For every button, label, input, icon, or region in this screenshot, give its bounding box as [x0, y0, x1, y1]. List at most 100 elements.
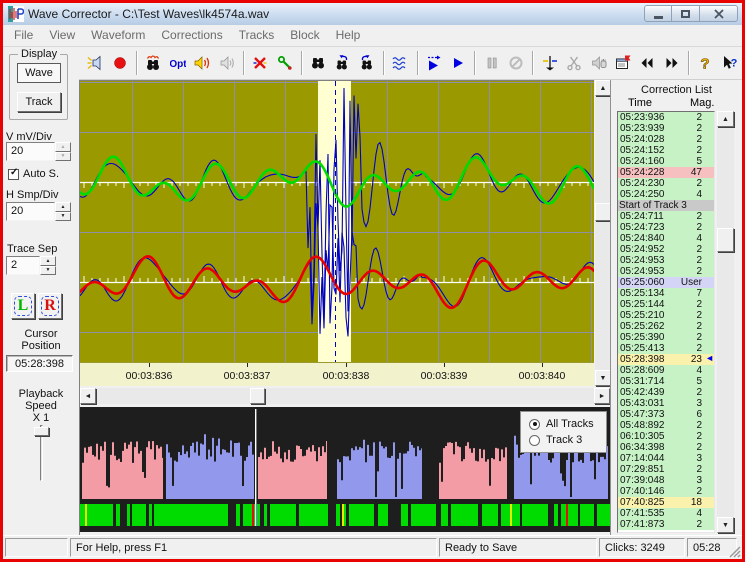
play-corrections-speaker-button[interactable]: [190, 50, 214, 76]
file-overview[interactable]: All Tracks Track 3: [80, 407, 610, 532]
skip-back-button[interactable]: [635, 50, 659, 76]
scrollbar-track[interactable]: [595, 80, 611, 386]
h-div-down-button[interactable]: ▼: [55, 212, 71, 222]
radio-all-tracks[interactable]: All Tracks: [529, 416, 606, 432]
waveform-horizontal-scrollbar[interactable]: ◄ ►: [80, 388, 610, 404]
record-button[interactable]: [107, 50, 131, 76]
correction-row[interactable]: 05:24:2302: [618, 178, 714, 189]
correction-list[interactable]: 05:23:936205:23:939205:24:028205:24:1522…: [617, 111, 715, 533]
insert-marker-button[interactable]: [537, 50, 561, 76]
correction-row[interactable]: 05:24:1605: [618, 156, 714, 167]
resize-grip[interactable]: [728, 545, 741, 558]
correction-row[interactable]: 05:47:3736: [618, 409, 714, 420]
scrollbar-track[interactable]: [80, 388, 610, 404]
find-previous-button[interactable]: [330, 50, 354, 76]
scrollbar-thumb[interactable]: [717, 228, 734, 252]
correction-row[interactable]: 05:24:9522: [618, 244, 714, 255]
scroll-up-button[interactable]: ▲: [595, 80, 611, 96]
correction-row[interactable]: 06:10:3052: [618, 431, 714, 442]
correction-row[interactable]: 05:24:0282: [618, 134, 714, 145]
context-help-button[interactable]: ?: [718, 50, 742, 76]
find-correction-button[interactable]: [306, 50, 330, 76]
v-div-down-button[interactable]: ▼: [55, 152, 71, 162]
find-next-button[interactable]: [355, 50, 379, 76]
radio-track-3[interactable]: Track 3: [529, 432, 606, 448]
correction-row[interactable]: 05:43:0313: [618, 398, 714, 409]
trace-sep-down-button[interactable]: ▼: [40, 266, 56, 276]
scrollbar-thumb[interactable]: [250, 388, 265, 404]
correction-tools-button[interactable]: [272, 50, 296, 76]
delete-correction-button[interactable]: [248, 50, 272, 76]
title-bar[interactable]: Wave Corrector - C:\Test Waves\lk4574a.w…: [3, 3, 742, 25]
h-div-value[interactable]: 20: [6, 202, 55, 221]
correction-row[interactable]: 07:39:0483: [618, 475, 714, 486]
correction-row[interactable]: 07:14:0443: [618, 453, 714, 464]
menu-file[interactable]: File: [6, 25, 41, 46]
v-div-value[interactable]: 20: [6, 142, 55, 161]
correction-row[interactable]: 06:34:3982: [618, 442, 714, 453]
menu-waveform[interactable]: Waveform: [83, 25, 153, 46]
properties-button[interactable]: [611, 50, 635, 76]
close-button[interactable]: [700, 5, 738, 22]
correction-row[interactable]: 05:24:8404: [618, 233, 714, 244]
smooth-waves-button[interactable]: [388, 50, 412, 76]
correction-row[interactable]: 05:24:2504: [618, 189, 714, 200]
menu-corrections[interactable]: Corrections: [153, 25, 230, 46]
correction-row[interactable]: 07:41:5354: [618, 508, 714, 519]
correction-row[interactable]: 05:25:4132: [618, 343, 714, 354]
correction-row[interactable]: 05:25:3902: [618, 332, 714, 343]
menu-block[interactable]: Block: [282, 25, 327, 46]
play-from-cursor-button[interactable]: [422, 50, 446, 76]
track-separator-row[interactable]: Start of Track 3: [618, 200, 714, 211]
correction-row[interactable]: 05:23:9362: [618, 112, 714, 123]
play-button[interactable]: [446, 50, 470, 76]
menu-view[interactable]: View: [41, 25, 83, 46]
correction-list-scrollbar[interactable]: ▲ ▼: [717, 111, 734, 533]
scroll-down-button[interactable]: ▼: [595, 370, 611, 386]
scroll-right-button[interactable]: ►: [594, 388, 610, 404]
correction-row[interactable]: 07:29:8512: [618, 464, 714, 475]
correction-row[interactable]: 05:28:6094: [618, 365, 714, 376]
slider-thumb[interactable]: [34, 427, 49, 436]
minimize-button[interactable]: [644, 5, 672, 22]
waveform-vertical-scrollbar[interactable]: ▲ ▼: [595, 80, 611, 386]
skip-forward-button[interactable]: [660, 50, 684, 76]
monitor-speaker-button[interactable]: [83, 50, 107, 76]
help-button[interactable]: ?: [693, 50, 717, 76]
scroll-up-button[interactable]: ▲: [717, 111, 734, 127]
correction-row[interactable]: 05:25:060User: [618, 277, 714, 288]
correction-row[interactable]: 05:24:9532: [618, 266, 714, 277]
playback-speed-slider[interactable]: [28, 425, 54, 481]
trace-sep-up-button[interactable]: ▲: [40, 256, 56, 266]
waveform-display[interactable]: [80, 80, 594, 362]
left-channel-button[interactable]: L: [11, 293, 35, 319]
correction-row[interactable]: 05:24:7112: [618, 211, 714, 222]
correction-row[interactable]: 05:28:39823◄: [618, 354, 714, 365]
scroll-left-button[interactable]: ◄: [80, 388, 96, 404]
auto-scale-checkbox[interactable]: ✓ Auto S.: [8, 168, 59, 180]
correction-row[interactable]: 05:25:1442: [618, 299, 714, 310]
trace-sep-value[interactable]: 2: [6, 256, 40, 275]
scrollbar-track[interactable]: [717, 111, 734, 533]
maximize-button[interactable]: [672, 5, 700, 22]
track-view-button[interactable]: Track: [17, 92, 61, 112]
correction-row[interactable]: 07:40:82518: [618, 497, 714, 508]
correction-row[interactable]: 05:48:8922: [618, 420, 714, 431]
correction-row[interactable]: 05:24:9532: [618, 255, 714, 266]
correction-row[interactable]: 05:24:22847: [618, 167, 714, 178]
menu-tracks[interactable]: Tracks: [231, 25, 283, 46]
v-div-up-button[interactable]: ▲: [55, 142, 71, 152]
options-opt-button[interactable]: Opt: [165, 50, 189, 76]
correction-row[interactable]: 05:23:9392: [618, 123, 714, 134]
correction-row[interactable]: 07:40:1462: [618, 486, 714, 497]
correction-row[interactable]: 05:24:1522: [618, 145, 714, 156]
scroll-down-button[interactable]: ▼: [717, 517, 734, 533]
h-div-up-button[interactable]: ▲: [55, 202, 71, 212]
correction-row[interactable]: 05:31:7145: [618, 376, 714, 387]
correction-row[interactable]: 05:24:7232: [618, 222, 714, 233]
wave-view-button[interactable]: Wave: [17, 63, 61, 83]
menu-help[interactable]: Help: [328, 25, 369, 46]
correction-row[interactable]: 05:25:2622: [618, 321, 714, 332]
correction-row[interactable]: 05:25:2102: [618, 310, 714, 321]
correction-row[interactable]: 05:42:4392: [618, 387, 714, 398]
